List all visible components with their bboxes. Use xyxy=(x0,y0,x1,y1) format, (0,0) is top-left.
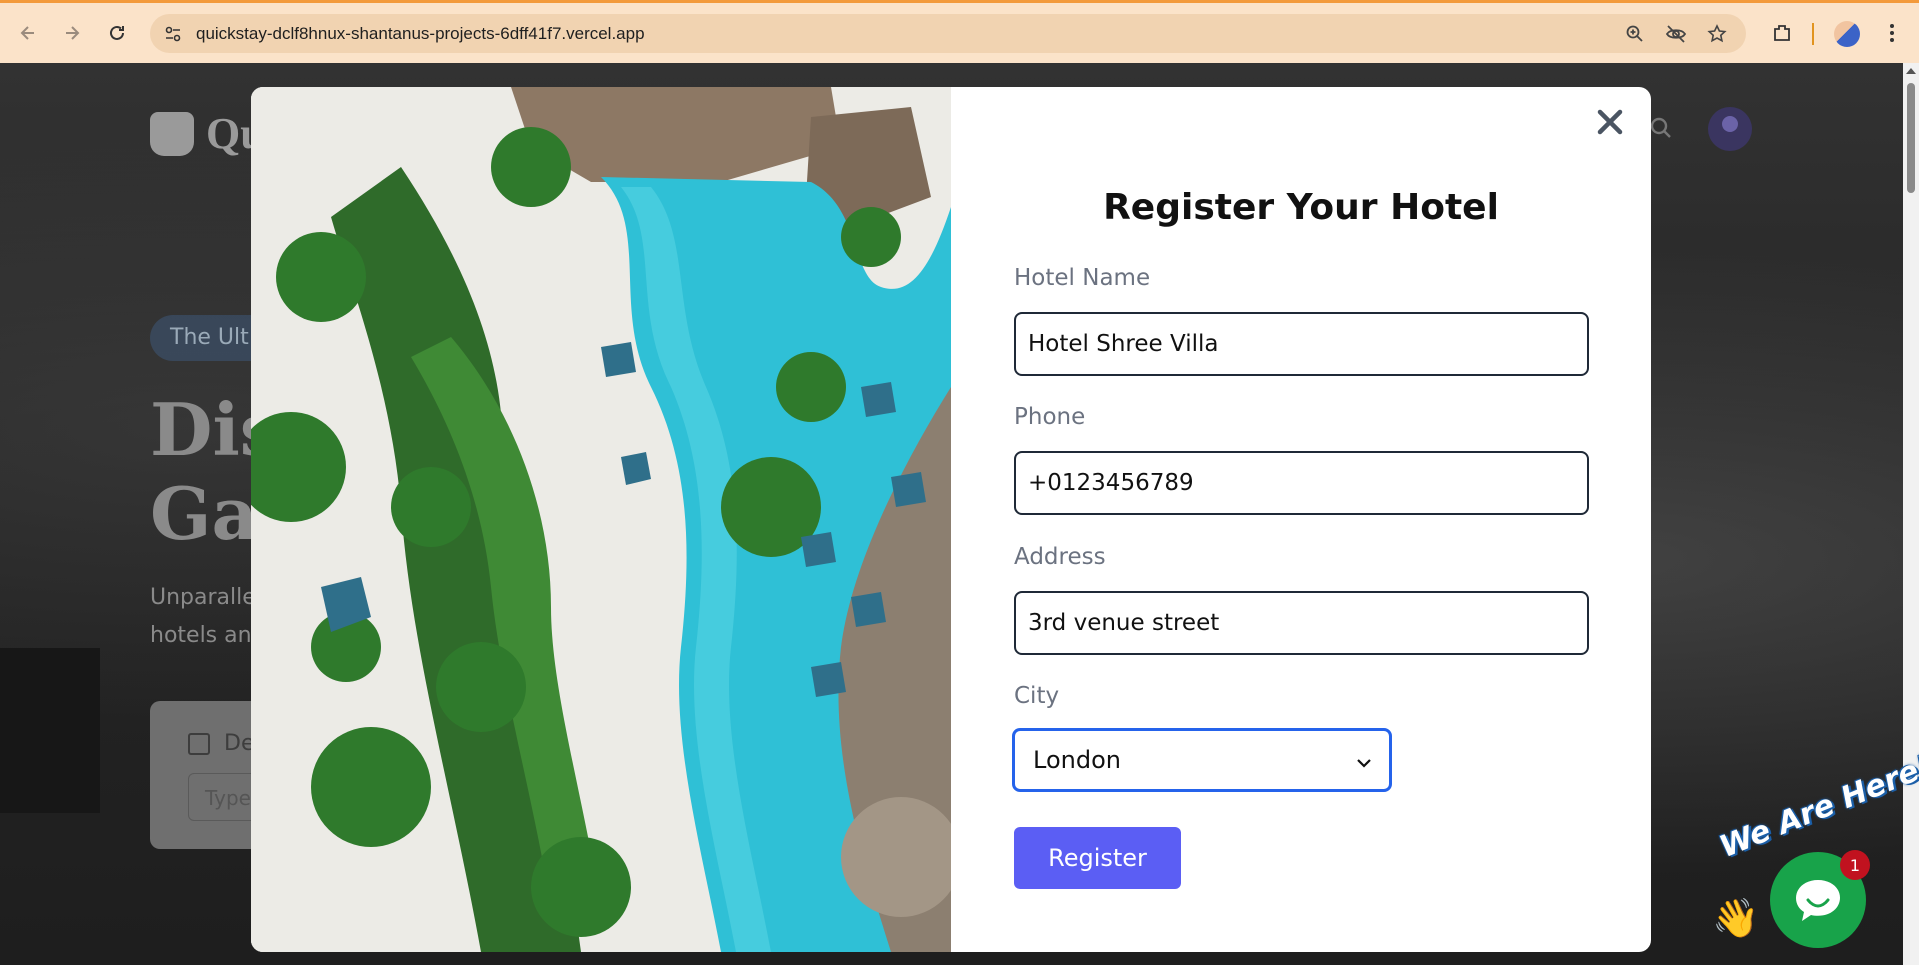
waving-hand-icon: 👋 xyxy=(1712,896,1760,940)
city-label: City xyxy=(1014,683,1060,709)
hotel-name-label: Hotel Name xyxy=(1014,265,1151,291)
chat-icon xyxy=(1796,880,1840,921)
browser-toolbar: quickstay-dclf8hnux-shantanus-projects-6… xyxy=(0,0,1919,63)
logo-icon xyxy=(150,111,194,156)
city-selected-value: London xyxy=(1033,746,1121,774)
calendar-icon xyxy=(188,733,210,755)
close-icon[interactable] xyxy=(1593,105,1627,139)
resort-pool-image xyxy=(251,87,951,952)
destination-label: De xyxy=(224,731,255,756)
form-title: Register Your Hotel xyxy=(1103,187,1499,228)
profile-avatar[interactable] xyxy=(1834,21,1860,47)
phone-value: +0123456789 xyxy=(1028,470,1194,496)
hero-headline-line2: Ga xyxy=(150,471,259,556)
reload-icon[interactable] xyxy=(101,17,133,49)
address-input[interactable]: 3rd venue street xyxy=(1014,591,1589,655)
register-hotel-modal: Register Your Hotel Hotel Name Hotel Shr… xyxy=(251,87,1651,952)
search-card: De Type xyxy=(150,701,268,849)
address-label: Address xyxy=(1014,544,1106,570)
search-icon xyxy=(1648,115,1674,141)
forward-icon[interactable] xyxy=(56,17,88,49)
scrollbar-thumb[interactable] xyxy=(1907,83,1915,193)
site-logo: Qu xyxy=(150,108,265,159)
city-select[interactable]: London xyxy=(1012,728,1392,792)
hotel-name-input[interactable]: Hotel Shree Villa xyxy=(1014,312,1589,376)
hotel-name-value: Hotel Shree Villa xyxy=(1028,331,1219,357)
star-icon[interactable] xyxy=(1706,23,1728,45)
kebab-menu-icon[interactable] xyxy=(1878,19,1906,47)
url-text[interactable]: quickstay-dclf8hnux-shantanus-projects-6… xyxy=(196,24,645,44)
register-form: Register Your Hotel Hotel Name Hotel Shr… xyxy=(951,87,1651,952)
hero-subtitle-line1: Unparalle xyxy=(150,585,256,610)
site-info-icon[interactable] xyxy=(162,23,184,45)
register-button[interactable]: Register xyxy=(1014,827,1181,889)
scroll-up-arrow-icon[interactable] xyxy=(1906,68,1916,74)
unread-badge: 1 xyxy=(1840,850,1870,880)
phone-input[interactable]: +0123456789 xyxy=(1014,451,1589,515)
zoom-icon[interactable] xyxy=(1624,23,1646,45)
eye-off-icon[interactable] xyxy=(1665,23,1687,45)
phone-label: Phone xyxy=(1014,404,1086,430)
address-bar[interactable]: quickstay-dclf8hnux-shantanus-projects-6… xyxy=(150,14,1746,53)
extensions-icon[interactable] xyxy=(1768,19,1796,47)
hero-headline: Dis Ga xyxy=(150,388,260,556)
chevron-down-icon xyxy=(1357,746,1371,774)
user-avatar xyxy=(1708,107,1752,151)
address-value: 3rd venue street xyxy=(1028,610,1220,636)
chat-widget[interactable]: We Are Here! 👋 1 xyxy=(1708,748,1919,950)
toolbar-separator xyxy=(1812,23,1814,45)
hero-subtitle-line2: hotels an xyxy=(150,623,252,648)
background-decor xyxy=(0,648,100,813)
back-icon[interactable] xyxy=(12,17,44,49)
page-scrollbar[interactable] xyxy=(1903,63,1919,965)
hero-headline-line1: Dis xyxy=(150,388,260,472)
hero-subtitle: Unparalle hotels an xyxy=(150,579,260,655)
